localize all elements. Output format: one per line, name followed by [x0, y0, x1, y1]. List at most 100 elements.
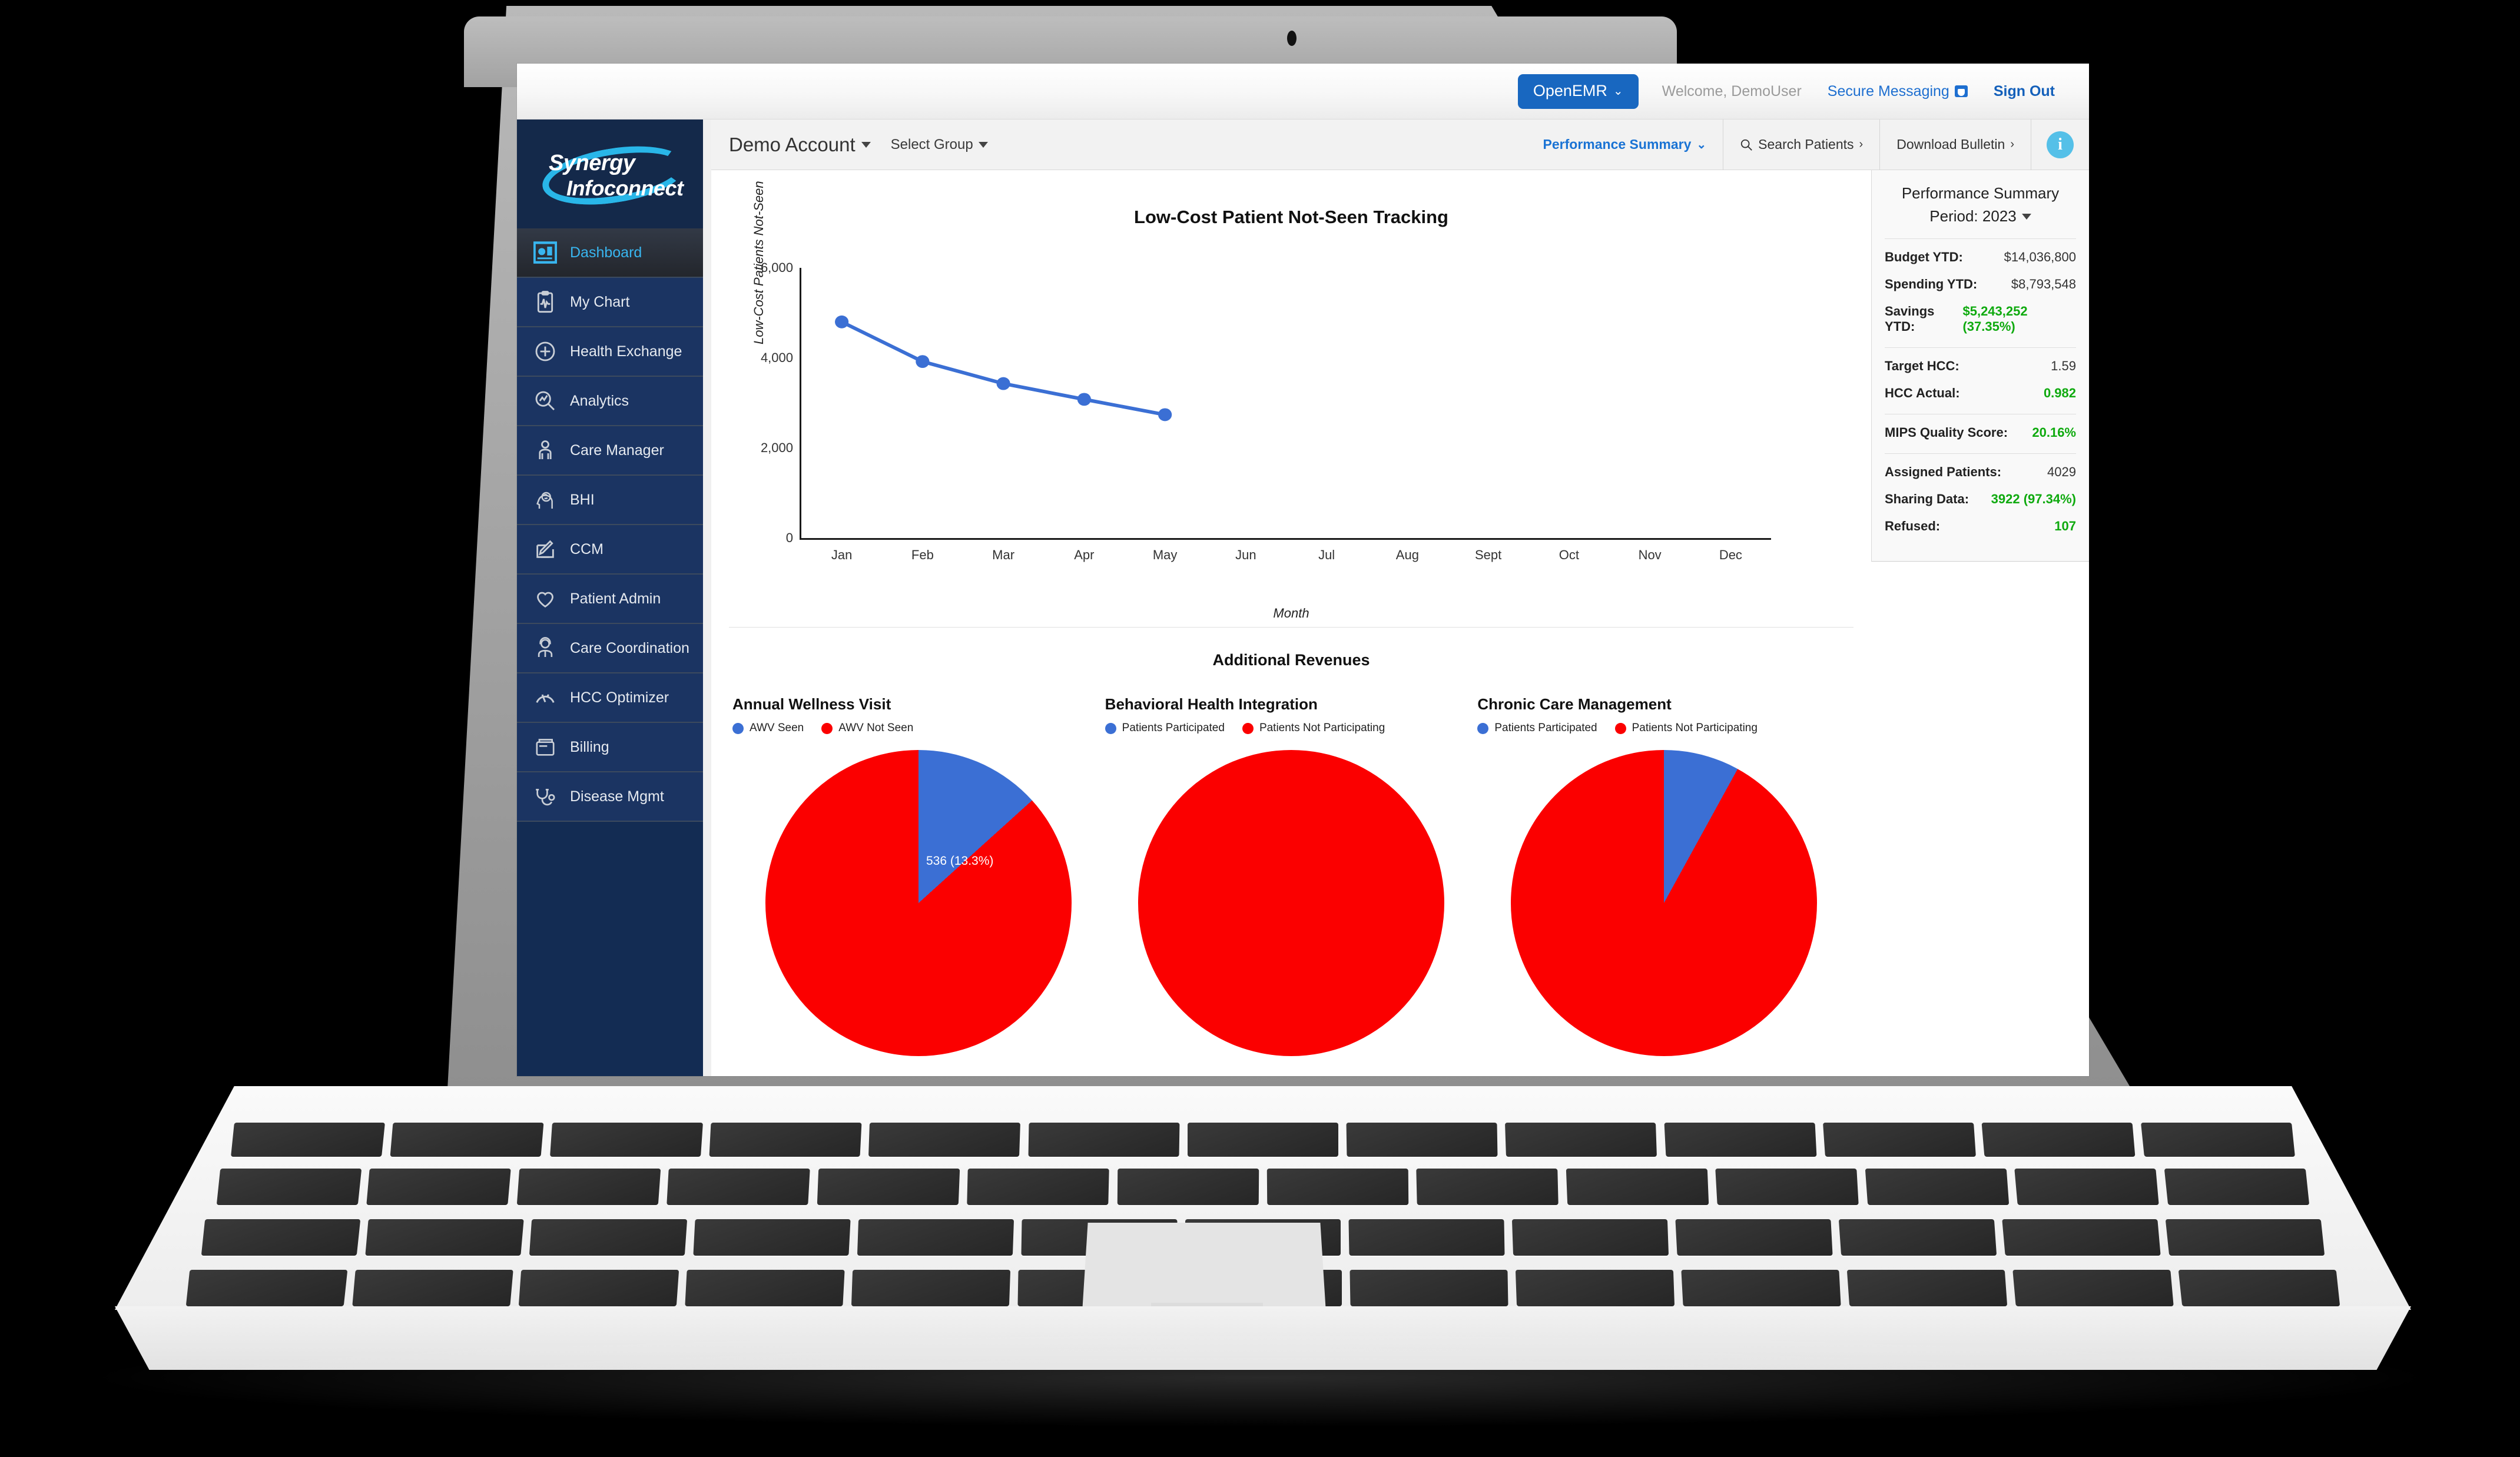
keyboard-key: [216, 1169, 362, 1205]
chart-x-axis-label: Month: [1273, 606, 1309, 620]
sidebar-item-analytics[interactable]: Analytics: [517, 377, 711, 426]
main-content: Demo Account Select Group Performance Su…: [711, 119, 2089, 1076]
sidebar-item-billing[interactable]: Billing: [517, 723, 711, 772]
keyboard-key: [1028, 1123, 1180, 1157]
legend-red-dot-icon: [1614, 722, 1626, 734]
summary-row: Sharing Data: 3922 (97.34%): [1885, 492, 2076, 507]
keyboard-key: [1348, 1219, 1505, 1256]
sidebar-item-patient-admin[interactable]: Patient Admin: [517, 575, 711, 624]
sidebar-item-disease-mgmt[interactable]: Disease Mgmt: [517, 772, 711, 822]
keyboard-key: [967, 1169, 1110, 1205]
pie-charts-row: Annual Wellness Visit AWV Seen AWV Not See…: [711, 695, 1871, 1056]
sidebar-item-health-exchange[interactable]: Health Exchange: [517, 327, 711, 377]
sidebar-item-my-chart[interactable]: My Chart: [517, 278, 711, 327]
sidebar-item-care-coordination[interactable]: Care Coordination: [517, 624, 711, 673]
sidebar-scrollbar[interactable]: [703, 120, 711, 1076]
keyboard-key: [2012, 1270, 2174, 1306]
content-toolbar: Demo Account Select Group Performance Su…: [711, 119, 2089, 170]
summary-row-key: Budget YTD:: [1885, 250, 1963, 264]
summary-row: MIPS Quality Score: 20.16%: [1885, 425, 2076, 440]
keyboard-key: [709, 1123, 862, 1157]
summary-row: Refused: 107: [1885, 519, 2076, 534]
keyboard-key: [2002, 1219, 2161, 1256]
summary-row-value: 1.59: [2051, 359, 2076, 373]
sign-out-link[interactable]: Sign Out: [1994, 83, 2055, 100]
tab-performance-summary[interactable]: Performance Summary ⌄: [1527, 120, 1723, 170]
webcam-icon: [1287, 31, 1297, 46]
keyboard-key: [1566, 1169, 1709, 1205]
summary-row: Spending YTD: $8,793,548: [1885, 277, 2076, 292]
summary-row-key: Spending YTD:: [1885, 277, 1978, 291]
keyboard-key: [1846, 1270, 2008, 1306]
keyboard-key: [1511, 1219, 1669, 1256]
account-selector[interactable]: Demo Account: [729, 134, 871, 156]
keyboard-key: [352, 1270, 513, 1306]
sidebar-item-dashboard[interactable]: Dashboard: [517, 228, 711, 278]
sidebar-item-hcc-optimizer[interactable]: HCC Optimizer: [517, 673, 711, 723]
keyboard-key: [2014, 1169, 2160, 1205]
sidebar-item-label: Care Coordination: [570, 639, 689, 656]
keyboard-key: [529, 1219, 688, 1256]
summary-row: Target HCC: 1.59: [1885, 359, 2076, 374]
keyboard-key: [1675, 1219, 1833, 1256]
sidebar-item-care-manager[interactable]: Care Manager: [517, 426, 711, 476]
laptop-mockup: OpenEMR ⌄ Welcome, DemoUser Secure Messa…: [0, 0, 2520, 1457]
keyboard-key: [1416, 1169, 1559, 1205]
info-icon[interactable]: i: [2047, 131, 2074, 158]
pie-chart-title: Annual Wellness Visit: [732, 695, 891, 713]
keyboard-key: [817, 1169, 960, 1205]
secure-messaging-link[interactable]: Secure Messaging: [1828, 83, 1968, 100]
keyboard-key: [1838, 1219, 1997, 1256]
envelope-icon: [1954, 85, 1968, 97]
chart-data-point: [1158, 408, 1172, 421]
wallet-icon: [532, 734, 558, 760]
sidebar-item-label: Disease Mgmt: [570, 788, 664, 805]
keyboard-key: [857, 1219, 1014, 1256]
sidebar-item-label: My Chart: [570, 293, 630, 310]
pie-legend: Patients Participated Patients Not Partic…: [1477, 722, 1850, 735]
chevron-down-icon: ⌄: [1696, 138, 1707, 151]
keyboard-key: [1349, 1270, 1508, 1306]
sidebar-item-label: Patient Admin: [570, 590, 661, 607]
keyboard-key: [2165, 1219, 2325, 1256]
keyboard-key: [1823, 1123, 1977, 1157]
openemr-menu-button[interactable]: OpenEMR ⌄: [1517, 74, 1639, 109]
legend-red-dot-icon: [821, 722, 833, 734]
drop-shadow: [77, 1327, 2443, 1428]
sidebar-item-label: CCM: [570, 540, 604, 557]
performance-summary-label: Performance Summary: [1543, 137, 1692, 152]
chart-data-point: [996, 377, 1010, 390]
summary-row: Budget YTD: $14,036,800: [1885, 250, 2076, 265]
dashboard-icon: [532, 240, 558, 265]
plus-circle-icon: [532, 338, 558, 364]
chart-y-tick: 4,000: [760, 350, 793, 365]
sidebar-item-ccm[interactable]: CCM: [517, 525, 711, 575]
openemr-topbar: OpenEMR ⌄ Welcome, DemoUser Secure Messa…: [517, 64, 2089, 120]
summary-row-value: 3922 (97.34%): [1991, 492, 2076, 506]
keyboard-key: [1664, 1123, 1817, 1157]
pie-chart-title: Behavioral Health Integration: [1105, 695, 1318, 713]
summary-period-selector[interactable]: Period: 2023: [1885, 207, 2076, 225]
logo-line-1: Synergy: [549, 150, 635, 175]
download-bulletin-button[interactable]: Download Bulletin ›: [1879, 119, 2031, 170]
summary-row-key: Refused:: [1885, 519, 1941, 533]
search-patients-button[interactable]: Search Patients ›: [1723, 119, 1879, 170]
chart-title: Low-Cost Patient Not-Seen Tracking: [1134, 207, 1448, 227]
legend-label: AWV Not Seen: [838, 722, 914, 734]
keyboard-key: [390, 1123, 545, 1157]
legend-red-dot-icon: [1242, 722, 1254, 734]
summary-row-value: $8,793,548: [2011, 277, 2076, 291]
summary-row-key: Assigned Patients:: [1885, 464, 2002, 479]
gauge-icon: [532, 685, 558, 711]
summary-divider: [1885, 238, 2076, 239]
download-bulletin-label: Download Bulletin: [1896, 137, 2005, 152]
secure-messaging-label: Secure Messaging: [1827, 82, 1949, 99]
summary-row: HCC Actual: 0.982: [1885, 386, 2076, 401]
summary-row-key: MIPS Quality Score:: [1885, 425, 2008, 440]
legend-entry: Patients Not Participating: [1614, 722, 1758, 735]
screen-viewport: OpenEMR ⌄ Welcome, DemoUser Secure Messa…: [517, 64, 2089, 1076]
select-group-label: Select Group: [890, 136, 973, 152]
select-group-dropdown[interactable]: Select Group: [891, 137, 988, 153]
summary-row: Savings YTD: $5,243,252 (37.35%): [1885, 304, 2076, 334]
sidebar-item-bhi[interactable]: BHI: [517, 476, 711, 525]
